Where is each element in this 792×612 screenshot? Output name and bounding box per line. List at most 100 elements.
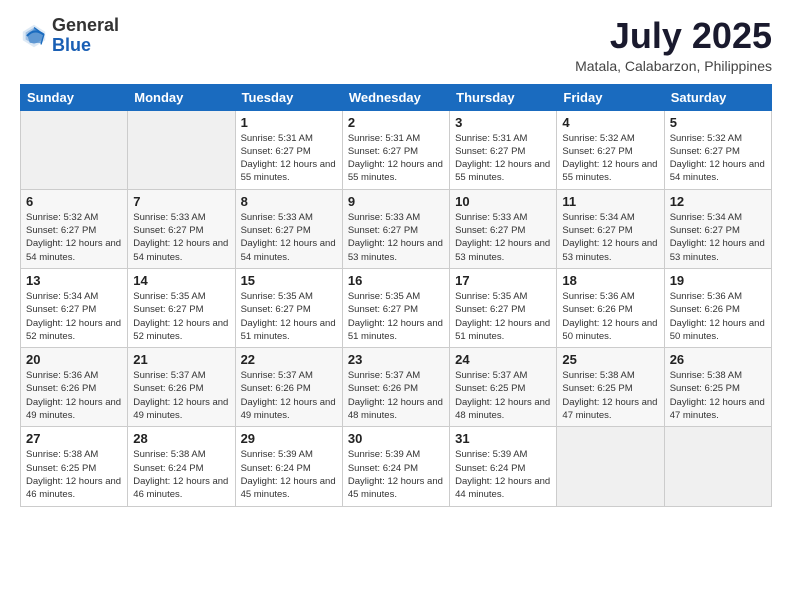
calendar-cell-3-5: 17 Sunrise: 5:35 AMSunset: 6:27 PMDayligh… xyxy=(450,268,557,347)
calendar-cell-4-5: 24Sunrise: 5:37 AMSunset: 6:25 PMDayligh… xyxy=(450,348,557,427)
day-number: 25 xyxy=(562,352,658,367)
calendar-cell-5-7 xyxy=(664,427,771,506)
logo: General Blue xyxy=(20,16,119,56)
day-info: Sunrise: 5:38 AMSunset: 6:24 PMDaylight:… xyxy=(133,448,229,501)
day-info: Sunrise: 5:33 AMSunset: 6:27 PMDaylight:… xyxy=(133,211,229,264)
day-number: 27 xyxy=(26,431,122,446)
calendar-cell-1-1 xyxy=(21,110,128,189)
calendar-cell-4-1: 20 Sunrise: 5:36 AMSunset: 6:26 PMDayligh… xyxy=(21,348,128,427)
calendar-cell-2-6: 11 Sunrise: 5:34 AMSunset: 6:27 PMDayligh… xyxy=(557,189,664,268)
calendar-cell-1-4: 2Sunrise: 5:31 AMSunset: 6:27 PMDaylight… xyxy=(342,110,449,189)
day-info: Sunrise: 5:35 AMSunset: 6:27 PMDaylight:… xyxy=(241,290,337,343)
day-number: 11 xyxy=(562,194,658,209)
day-number: 13 xyxy=(26,273,122,288)
calendar-cell-2-2: 7 Sunrise: 5:33 AMSunset: 6:27 PMDaylight… xyxy=(128,189,235,268)
calendar-cell-2-4: 9Sunrise: 5:33 AMSunset: 6:27 PMDaylight… xyxy=(342,189,449,268)
day-info: Sunrise: 5:31 AMSunset: 6:27 PMDaylight:… xyxy=(455,132,551,185)
calendar-cell-4-6: 25 Sunrise: 5:38 AMSunset: 6:25 PMDayligh… xyxy=(557,348,664,427)
calendar-week-row-3: 13 Sunrise: 5:34 AMSunset: 6:27 PMDayligh… xyxy=(21,268,772,347)
day-info: Sunrise: 5:33 AMSunset: 6:27 PMDaylight:… xyxy=(241,211,337,264)
day-info: Sunrise: 5:34 AMSunset: 6:27 PMDaylight:… xyxy=(670,211,766,264)
calendar-cell-4-7: 26 Sunrise: 5:38 AMSunset: 6:25 PMDayligh… xyxy=(664,348,771,427)
calendar-cell-5-1: 27Sunrise: 5:38 AMSunset: 6:25 PMDayligh… xyxy=(21,427,128,506)
day-number: 4 xyxy=(562,115,658,130)
day-info: Sunrise: 5:37 AMSunset: 6:26 PMDaylight:… xyxy=(348,369,444,422)
calendar-cell-5-6 xyxy=(557,427,664,506)
day-info: Sunrise: 5:35 AMSunset: 6:27 PMDaylight:… xyxy=(348,290,444,343)
day-number: 3 xyxy=(455,115,551,130)
header-thursday: Thursday xyxy=(450,84,557,110)
day-info: Sunrise: 5:31 AMSunset: 6:27 PMDaylight:… xyxy=(241,132,337,185)
day-number: 22 xyxy=(241,352,337,367)
day-info: Sunrise: 5:34 AMSunset: 6:27 PMDaylight:… xyxy=(26,290,122,343)
calendar-cell-2-7: 12 Sunrise: 5:34 AMSunset: 6:27 PMDayligh… xyxy=(664,189,771,268)
calendar-cell-3-3: 15 Sunrise: 5:35 AMSunset: 6:27 PMDayligh… xyxy=(235,268,342,347)
logo-blue: Blue xyxy=(52,35,91,55)
calendar-cell-2-5: 10 Sunrise: 5:33 AMSunset: 6:27 PMDayligh… xyxy=(450,189,557,268)
header-friday: Friday xyxy=(557,84,664,110)
day-number: 31 xyxy=(455,431,551,446)
day-number: 24 xyxy=(455,352,551,367)
day-info: Sunrise: 5:32 AMSunset: 6:27 PMDaylight:… xyxy=(26,211,122,264)
day-number: 14 xyxy=(133,273,229,288)
calendar-cell-2-1: 6 Sunrise: 5:32 AMSunset: 6:27 PMDaylight… xyxy=(21,189,128,268)
calendar-cell-5-5: 31Sunrise: 5:39 AMSunset: 6:24 PMDayligh… xyxy=(450,427,557,506)
calendar-cell-5-2: 28Sunrise: 5:38 AMSunset: 6:24 PMDayligh… xyxy=(128,427,235,506)
calendar-cell-1-2 xyxy=(128,110,235,189)
day-number: 12 xyxy=(670,194,766,209)
day-info: Sunrise: 5:37 AMSunset: 6:26 PMDaylight:… xyxy=(133,369,229,422)
day-info: Sunrise: 5:34 AMSunset: 6:27 PMDaylight:… xyxy=(562,211,658,264)
day-number: 6 xyxy=(26,194,122,209)
calendar-page: General Blue July 2025 Matala, Calabarzo… xyxy=(0,0,792,612)
day-info: Sunrise: 5:36 AMSunset: 6:26 PMDaylight:… xyxy=(26,369,122,422)
header-wednesday: Wednesday xyxy=(342,84,449,110)
day-number: 2 xyxy=(348,115,444,130)
day-info: Sunrise: 5:38 AMSunset: 6:25 PMDaylight:… xyxy=(562,369,658,422)
header-tuesday: Tuesday xyxy=(235,84,342,110)
day-info: Sunrise: 5:35 AMSunset: 6:27 PMDaylight:… xyxy=(133,290,229,343)
day-number: 26 xyxy=(670,352,766,367)
day-info: Sunrise: 5:32 AMSunset: 6:27 PMDaylight:… xyxy=(562,132,658,185)
day-number: 18 xyxy=(562,273,658,288)
header: General Blue July 2025 Matala, Calabarzo… xyxy=(20,16,772,74)
day-number: 8 xyxy=(241,194,337,209)
day-info: Sunrise: 5:38 AMSunset: 6:25 PMDaylight:… xyxy=(670,369,766,422)
day-number: 16 xyxy=(348,273,444,288)
calendar-cell-5-3: 29Sunrise: 5:39 AMSunset: 6:24 PMDayligh… xyxy=(235,427,342,506)
calendar-table: Sunday Monday Tuesday Wednesday Thursday… xyxy=(20,84,772,507)
header-monday: Monday xyxy=(128,84,235,110)
calendar-week-row-5: 27Sunrise: 5:38 AMSunset: 6:25 PMDayligh… xyxy=(21,427,772,506)
calendar-week-row-4: 20 Sunrise: 5:36 AMSunset: 6:26 PMDayligh… xyxy=(21,348,772,427)
day-number: 17 xyxy=(455,273,551,288)
month-year: July 2025 xyxy=(575,16,772,56)
logo-general: General xyxy=(52,15,119,35)
day-info: Sunrise: 5:35 AMSunset: 6:27 PMDaylight:… xyxy=(455,290,551,343)
day-number: 10 xyxy=(455,194,551,209)
day-number: 21 xyxy=(133,352,229,367)
day-number: 7 xyxy=(133,194,229,209)
header-sunday: Sunday xyxy=(21,84,128,110)
day-number: 23 xyxy=(348,352,444,367)
logo-icon xyxy=(20,22,48,50)
calendar-cell-3-1: 13 Sunrise: 5:34 AMSunset: 6:27 PMDayligh… xyxy=(21,268,128,347)
location: Matala, Calabarzon, Philippines xyxy=(575,58,772,74)
day-number: 15 xyxy=(241,273,337,288)
logo-text: General Blue xyxy=(52,16,119,56)
day-number: 9 xyxy=(348,194,444,209)
day-info: Sunrise: 5:37 AMSunset: 6:26 PMDaylight:… xyxy=(241,369,337,422)
day-info: Sunrise: 5:33 AMSunset: 6:27 PMDaylight:… xyxy=(455,211,551,264)
calendar-cell-4-4: 23 Sunrise: 5:37 AMSunset: 6:26 PMDayligh… xyxy=(342,348,449,427)
day-number: 5 xyxy=(670,115,766,130)
calendar-cell-1-7: 5 Sunrise: 5:32 AMSunset: 6:27 PMDaylight… xyxy=(664,110,771,189)
calendar-cell-1-3: 1Sunrise: 5:31 AMSunset: 6:27 PMDaylight… xyxy=(235,110,342,189)
weekday-header-row: Sunday Monday Tuesday Wednesday Thursday… xyxy=(21,84,772,110)
calendar-cell-5-4: 30Sunrise: 5:39 AMSunset: 6:24 PMDayligh… xyxy=(342,427,449,506)
day-number: 20 xyxy=(26,352,122,367)
calendar-week-row-1: 1Sunrise: 5:31 AMSunset: 6:27 PMDaylight… xyxy=(21,110,772,189)
calendar-cell-3-4: 16 Sunrise: 5:35 AMSunset: 6:27 PMDayligh… xyxy=(342,268,449,347)
calendar-cell-3-6: 18Sunrise: 5:36 AMSunset: 6:26 PMDayligh… xyxy=(557,268,664,347)
day-info: Sunrise: 5:32 AMSunset: 6:27 PMDaylight:… xyxy=(670,132,766,185)
header-saturday: Saturday xyxy=(664,84,771,110)
day-info: Sunrise: 5:39 AMSunset: 6:24 PMDaylight:… xyxy=(241,448,337,501)
calendar-cell-1-5: 3 Sunrise: 5:31 AMSunset: 6:27 PMDaylight… xyxy=(450,110,557,189)
